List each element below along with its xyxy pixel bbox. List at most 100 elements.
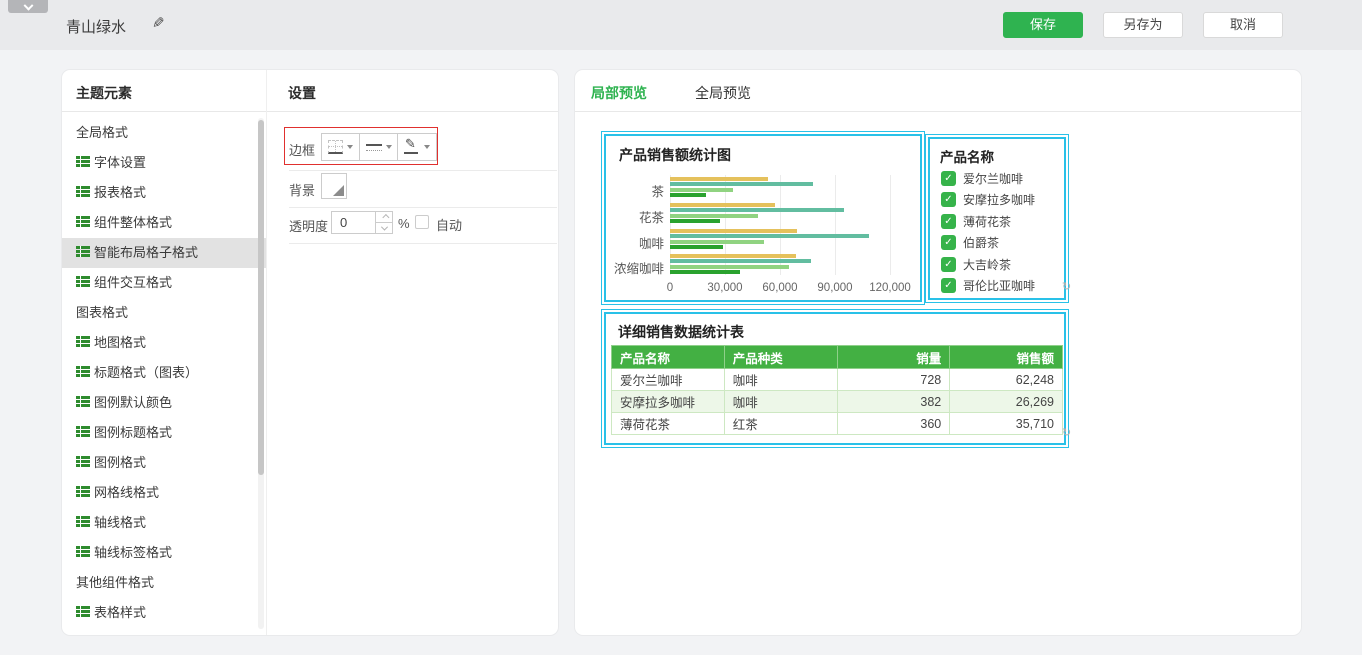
- chart-plot-area: [670, 175, 890, 275]
- collapse-panel-tab[interactable]: [8, 0, 48, 13]
- table-cell: 26,269: [950, 391, 1063, 413]
- auto-checkbox[interactable]: [415, 215, 429, 229]
- border-position-dropdown[interactable]: [322, 134, 360, 160]
- resize-handle-icon[interactable]: ↻: [1062, 426, 1071, 439]
- bar-chart-widget[interactable]: 产品销售额统计图 茶花茶咖啡浓缩咖啡 030,00060,00090,00012…: [604, 134, 922, 302]
- checkbox-checked-icon[interactable]: ✓: [941, 257, 956, 272]
- border-color-dropdown[interactable]: ✎: [398, 134, 436, 160]
- save-as-button[interactable]: 另存为: [1103, 12, 1183, 38]
- sidebar-item[interactable]: 其他组件格式: [62, 568, 266, 598]
- list-icon: [76, 336, 90, 348]
- sidebar-item[interactable]: 图例标题格式: [62, 418, 266, 448]
- edit-title-icon[interactable]: ✎: [152, 14, 165, 32]
- sidebar-item-label: 其他组件格式: [76, 575, 154, 590]
- checkbox-checked-icon[interactable]: ✓: [941, 192, 956, 207]
- sidebar-item[interactable]: 表格样式: [62, 598, 266, 628]
- sidebar-item[interactable]: 地图格式: [62, 328, 266, 358]
- line-style-icon: [366, 144, 382, 151]
- sidebar-item-label: 网格线格式: [94, 485, 159, 500]
- stepper-down-button[interactable]: [376, 222, 392, 233]
- table-header-cell: 销售额: [950, 346, 1063, 369]
- sidebar-item[interactable]: 组件交互格式: [62, 268, 266, 298]
- list-icon: [76, 546, 90, 558]
- checkbox-item[interactable]: ✓大吉岭茶: [941, 256, 1011, 272]
- list-icon: [76, 456, 90, 468]
- sales-table-widget[interactable]: 详细销售数据统计表 产品名称产品种类销量销售额 爱尔兰咖啡咖啡72862,248…: [604, 312, 1066, 445]
- save-button[interactable]: 保存: [1003, 12, 1083, 38]
- stepper-up-button[interactable]: [376, 212, 392, 222]
- border-grid-icon: [328, 140, 343, 154]
- opacity-label: 透明度: [289, 216, 328, 235]
- chevron-down-icon: [347, 145, 353, 149]
- border-line-style-dropdown[interactable]: [360, 134, 398, 160]
- checkbox-item[interactable]: ✓哥伦比亚咖啡: [941, 278, 1035, 294]
- sidebar-item[interactable]: 智能布局格子格式: [62, 238, 266, 268]
- product-filter-widget[interactable]: 产品名称 ✓爱尔兰咖啡✓安摩拉多咖啡✓薄荷花茶✓伯爵茶✓大吉岭茶✓哥伦比亚咖啡: [928, 137, 1066, 300]
- checkbox-item-label: 伯爵茶: [963, 234, 999, 251]
- sidebar-item[interactable]: 全局格式: [62, 118, 266, 148]
- bar: [670, 188, 733, 192]
- sidebar-item-label: 标题格式（图表）: [94, 365, 198, 380]
- divider: [289, 207, 557, 208]
- sidebar-item[interactable]: 轴线标签格式: [62, 538, 266, 568]
- sidebar-item-label: 组件整体格式: [94, 215, 172, 230]
- table-cell: 35,710: [950, 413, 1063, 435]
- cancel-button[interactable]: 取消: [1203, 12, 1283, 38]
- bar: [670, 229, 797, 233]
- opacity-stepper: [375, 211, 393, 234]
- bar: [670, 259, 811, 263]
- chevron-up-icon: [382, 213, 389, 220]
- sales-table: 产品名称产品种类销量销售额 爱尔兰咖啡咖啡72862,248安摩拉多咖啡咖啡38…: [611, 345, 1063, 435]
- resize-handle-icon[interactable]: ↻: [1062, 280, 1071, 293]
- table-header-cell: 产品名称: [612, 346, 725, 369]
- chevron-down-icon: [23, 1, 33, 11]
- sidebar-item-label: 字体设置: [94, 155, 146, 170]
- category-label: 咖啡: [606, 233, 664, 252]
- background-color-swatch[interactable]: [321, 173, 347, 199]
- checkbox-checked-icon[interactable]: ✓: [941, 171, 956, 186]
- divider: [289, 243, 557, 244]
- checkbox-item-label: 安摩拉多咖啡: [963, 191, 1035, 208]
- sidebar-item[interactable]: 图例默认颜色: [62, 388, 266, 418]
- bar: [670, 265, 789, 269]
- sidebar-item[interactable]: 轴线格式: [62, 508, 266, 538]
- sidebar-item-label: 图例格式: [94, 455, 146, 470]
- bar-group: [670, 254, 890, 275]
- sidebar-item[interactable]: 网格线格式: [62, 478, 266, 508]
- sidebar-item[interactable]: 标题格式（图表）: [62, 358, 266, 388]
- list-icon: [76, 426, 90, 438]
- chevron-down-icon: [424, 145, 430, 149]
- sidebar-item-label: 图例标题格式: [94, 425, 172, 440]
- table-cell: 咖啡: [724, 369, 837, 391]
- tab-global-preview[interactable]: 全局预览: [695, 83, 751, 103]
- bar-group: [670, 203, 890, 224]
- checkbox-checked-icon[interactable]: ✓: [941, 235, 956, 250]
- checkbox-item[interactable]: ✓ 安摩拉多咖啡: [941, 192, 1035, 208]
- checklist-title: 产品名称: [940, 146, 994, 166]
- sidebar-item-label: 地图格式: [94, 335, 146, 350]
- opacity-input[interactable]: [331, 211, 375, 234]
- left-card-header: 主题元素 设置: [62, 70, 558, 112]
- checkbox-item[interactable]: ✓薄荷花茶: [941, 213, 1011, 229]
- checkbox-checked-icon[interactable]: ✓: [941, 278, 956, 293]
- table-row: 安摩拉多咖啡咖啡38226,269: [612, 391, 1063, 413]
- sidebar-item[interactable]: 图例格式: [62, 448, 266, 478]
- checkbox-item[interactable]: ✓爱尔兰咖啡: [941, 170, 1023, 186]
- checkbox-item[interactable]: ✓ 伯爵茶: [941, 235, 999, 251]
- table-cell: 382: [837, 391, 950, 413]
- table-cell: 安摩拉多咖啡: [612, 391, 725, 413]
- sidebar-item[interactable]: 组件整体格式: [62, 208, 266, 238]
- list-icon: [76, 516, 90, 528]
- preview-header: 局部预览 全局预览: [575, 70, 1301, 112]
- checkbox-checked-icon[interactable]: ✓: [941, 214, 956, 229]
- top-bar: 青山绿水 ✎ 保存 另存为 取消: [0, 0, 1362, 50]
- sidebar-item-label: 智能布局格子格式: [94, 245, 198, 260]
- list-icon: [76, 186, 90, 198]
- list-icon: [76, 216, 90, 228]
- tab-local-preview[interactable]: 局部预览: [591, 83, 647, 103]
- sidebar-item[interactable]: 图表格式: [62, 298, 266, 328]
- elements-panel-title: 主题元素: [76, 83, 132, 103]
- sidebar-scrollbar-thumb[interactable]: [258, 120, 264, 475]
- sidebar-item[interactable]: 字体设置: [62, 148, 266, 178]
- sidebar-item[interactable]: 报表格式: [62, 178, 266, 208]
